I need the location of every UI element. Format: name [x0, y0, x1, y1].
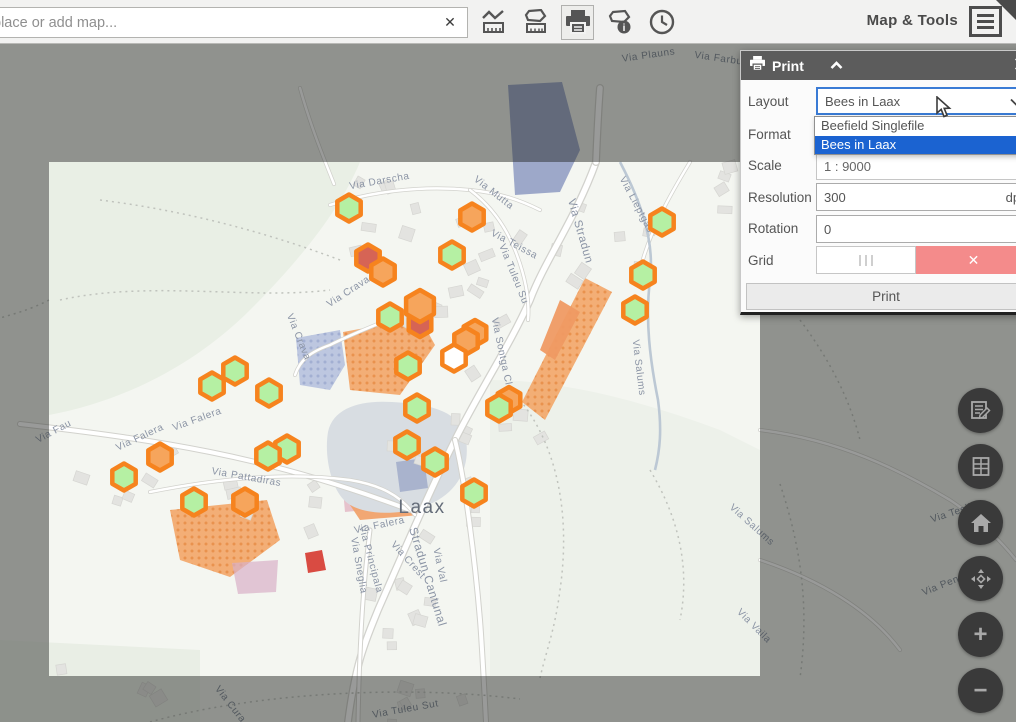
corner-decoration — [996, 0, 1016, 20]
attribute-table-button[interactable] — [958, 444, 1003, 489]
search-wrap: ✕ — [0, 7, 468, 38]
green-hex-marker[interactable] — [650, 209, 673, 236]
toolbar-icon-group: i — [477, 4, 678, 40]
resolution-input[interactable]: 300 dpi — [816, 183, 1016, 211]
orange-hex-marker[interactable] — [406, 290, 434, 322]
green-hex-marker[interactable] — [200, 373, 223, 400]
rotation-value: 0 — [824, 222, 831, 237]
green-hex-marker[interactable] — [378, 304, 401, 331]
green-hex-marker[interactable] — [440, 242, 463, 269]
plus-icon: + — [973, 623, 987, 647]
rotation-input[interactable]: 0 — [816, 215, 1016, 243]
print-panel-header: Print — [741, 51, 1016, 80]
green-hex-marker[interactable] — [423, 449, 446, 476]
grid-toggle-off-segment: ✕ — [916, 246, 1016, 274]
print-button[interactable]: Print — [746, 283, 1016, 310]
identify-icon: i — [606, 9, 633, 35]
green-hex-marker[interactable] — [223, 358, 246, 385]
zoom-out-button[interactable]: − — [958, 668, 1003, 713]
green-hex-marker[interactable] — [112, 464, 135, 491]
app-window: Via DarschaVia MuttaVia TeissaVia Tuleu … — [0, 0, 1016, 722]
grid-toggle-knob — [816, 246, 916, 274]
grid-label: Grid — [748, 253, 816, 268]
format-label: Format — [748, 127, 816, 142]
scale-input[interactable]: 1 : 9000 — [816, 152, 1016, 180]
home-icon — [970, 513, 992, 533]
search-input[interactable] — [0, 7, 468, 38]
green-hex-marker[interactable] — [256, 443, 279, 470]
zoom-in-button[interactable]: + — [958, 612, 1003, 657]
layout-dropdown-list: Beefield SinglefileBees in Laax — [814, 116, 1016, 155]
layout-select-value: Bees in Laax — [825, 94, 900, 109]
resolution-value: 300 — [824, 190, 846, 205]
map-tools-label: Map & Tools — [867, 12, 958, 29]
layout-select[interactable]: Bees in Laax — [816, 87, 1016, 115]
green-hex-marker[interactable] — [257, 380, 280, 407]
resolution-unit: dpi — [1006, 190, 1016, 205]
history-icon — [649, 9, 675, 35]
chevron-down-icon — [1010, 94, 1016, 109]
layout-option-1[interactable]: Bees in Laax — [815, 136, 1016, 155]
svg-text:Laax: Laax — [398, 497, 445, 518]
white-hex-marker[interactable] — [442, 345, 465, 372]
map-action-buttons: + − — [958, 388, 1003, 713]
svg-text:i: i — [623, 23, 626, 34]
move-icon — [970, 568, 992, 590]
history-button[interactable] — [645, 5, 678, 40]
grid-toggle[interactable]: ✕ — [816, 246, 1016, 274]
print-header-icon — [749, 56, 766, 76]
home-button[interactable] — [958, 500, 1003, 545]
resolution-label: Resolution — [748, 190, 816, 205]
orange-hex-marker[interactable] — [148, 444, 171, 471]
measure-area-button[interactable] — [519, 5, 552, 40]
rotation-label: Rotation — [748, 221, 816, 236]
chevron-up-icon — [830, 58, 843, 73]
identify-button[interactable]: i — [603, 5, 636, 40]
green-hex-marker[interactable] — [395, 432, 418, 459]
orange-hex-marker[interactable] — [233, 489, 256, 516]
redlining-button[interactable] — [958, 388, 1003, 433]
scale-value: 1 : 9000 — [824, 159, 871, 174]
table-icon — [971, 456, 991, 477]
orange-hex-marker[interactable] — [371, 259, 394, 286]
green-hex-marker[interactable] — [337, 195, 360, 222]
measure-area-icon — [523, 9, 548, 35]
top-toolbar: ✕ i — [0, 0, 1016, 44]
hamburger-icon — [977, 14, 994, 17]
minus-icon: − — [973, 679, 987, 703]
locate-button[interactable] — [958, 556, 1003, 601]
green-hex-marker[interactable] — [396, 353, 419, 380]
green-hex-marker[interactable] — [631, 262, 654, 289]
measure-distance-button[interactable] — [477, 5, 510, 40]
scale-label: Scale — [748, 158, 816, 173]
layout-option-0[interactable]: Beefield Singlefile — [815, 117, 1016, 136]
note-edit-icon — [970, 400, 991, 421]
green-hex-marker[interactable] — [462, 480, 485, 507]
layout-label: Layout — [748, 94, 816, 109]
print-tool-button[interactable] — [561, 5, 594, 40]
orange-hex-marker[interactable] — [460, 204, 483, 231]
measure-distance-icon — [481, 9, 506, 35]
green-hex-marker[interactable] — [405, 395, 428, 422]
print-icon — [565, 10, 591, 34]
print-panel: Print Layout Bees in Laax Beefield Singl… — [740, 50, 1016, 315]
print-panel-title: Print — [772, 58, 804, 74]
green-hex-marker[interactable] — [182, 489, 205, 516]
green-hex-marker[interactable] — [623, 297, 646, 324]
clear-search-button[interactable]: ✕ — [440, 12, 460, 32]
collapse-panel-button[interactable] — [830, 58, 843, 73]
green-hex-marker[interactable] — [487, 395, 510, 422]
